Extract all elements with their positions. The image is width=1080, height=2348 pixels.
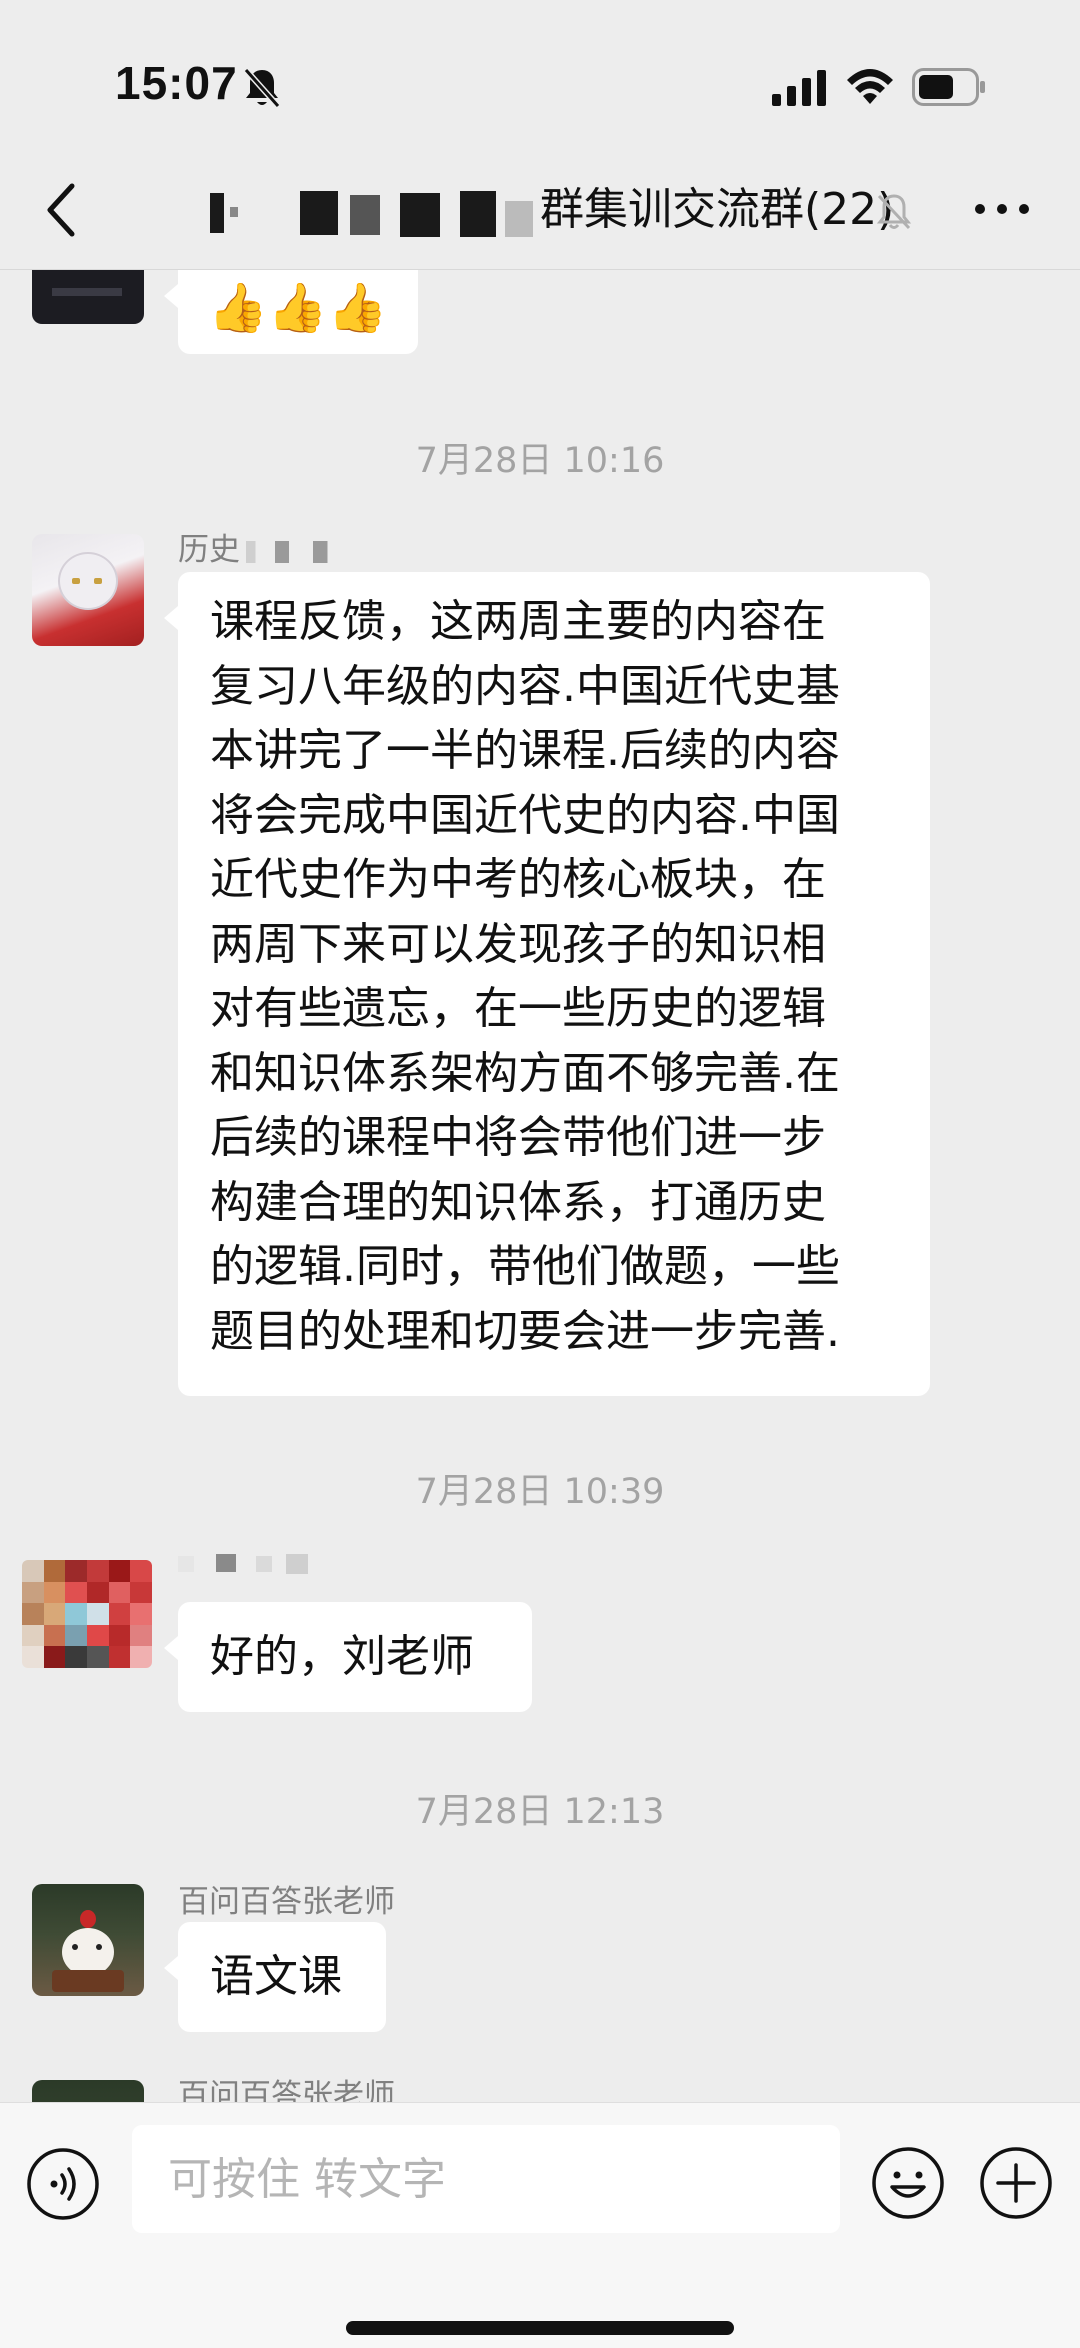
avatar[interactable] xyxy=(32,2080,144,2102)
chat-area[interactable]: 👍👍👍 7月28日 10:16 历史 课程反馈，这两周主要的内容在 复习八年级的… xyxy=(0,270,1080,2102)
more-dots-icon[interactable] xyxy=(972,194,1032,224)
avatar[interactable] xyxy=(32,1884,144,1996)
sender-name: 百问百答张老师 xyxy=(178,1884,395,1920)
thumbs-up-emoji: 👍 xyxy=(327,280,388,336)
message-bubble[interactable]: 语文课 xyxy=(164,1922,386,2032)
timestamp: 7月28日 12:13 xyxy=(415,1792,665,1832)
message-bubble[interactable]: 👍👍👍 xyxy=(164,270,418,354)
sender-name: 历史 xyxy=(178,524,342,569)
message-bubble[interactable]: 好的，刘老师 xyxy=(164,1602,532,1712)
plus-circle-icon[interactable] xyxy=(978,2145,1054,2221)
redacted-title-segment xyxy=(200,187,540,237)
status-bar: 15:07 xyxy=(0,0,1080,150)
home-indicator[interactable] xyxy=(346,2321,734,2335)
muted-bell-icon xyxy=(876,194,912,230)
message-line: 近代史作为中考的核心板块，在 xyxy=(210,854,826,905)
chat-title: 群集训交流群(22) xyxy=(200,180,900,240)
message-line: 对有些遗忘，在一些历史的逻辑 xyxy=(210,983,826,1034)
back-chevron-icon[interactable] xyxy=(38,178,86,242)
avatar[interactable] xyxy=(22,1560,152,1668)
message-text: 好的，刘老师 xyxy=(210,1631,474,1682)
thumbs-up-emoji-row: 👍👍👍 xyxy=(208,280,387,336)
voice-input-icon[interactable] xyxy=(26,2147,100,2221)
message-line: 题目的处理和切要会进一步完善. xyxy=(210,1305,840,1357)
message-text: 语文课 xyxy=(210,1951,342,2002)
message-line: 和知识体系架构方面不够完善.在 xyxy=(210,1047,840,1099)
message-line: 的逻辑.同时，带他们做题，一些 xyxy=(210,1241,840,1292)
message-line: 将会完成中国近代史的内容.中国 xyxy=(210,789,840,841)
timestamp: 7月28日 10:39 xyxy=(415,1472,665,1512)
message-line: 两周下来可以发现孩子的知识相 xyxy=(210,918,826,970)
sender-name: 百问百答张老师 xyxy=(178,2078,395,2102)
nav-bar: 群集训交流群(22) xyxy=(0,150,1080,270)
message-line: 后续的课程中将会带他们进一步 xyxy=(210,1112,826,1163)
emoji-face-icon[interactable] xyxy=(870,2145,946,2221)
thumbs-up-emoji: 👍 xyxy=(208,280,268,336)
redacted-name-segment xyxy=(246,540,342,563)
timestamp: 7月28日 10:16 xyxy=(415,441,665,481)
avatar[interactable] xyxy=(32,534,144,646)
message-line: 本讲完了一半的课程.后续的内容 xyxy=(210,725,840,776)
message-line: 复习八年级的内容.中国近代史基 xyxy=(210,660,840,712)
message-input[interactable] xyxy=(132,2125,840,2233)
message-line: 构建合理的知识体系，打通历史 xyxy=(210,1176,826,1228)
avatar[interactable] xyxy=(32,270,144,324)
sender-name-redacted xyxy=(178,1554,348,1574)
thumbs-up-emoji: 👍 xyxy=(267,280,328,336)
status-time: 15:07 xyxy=(115,57,238,109)
input-bar xyxy=(0,2102,1080,2348)
battery-icon xyxy=(912,68,985,106)
cellular-signal-icon xyxy=(772,70,826,106)
message-line: 课程反馈，这两周主要的内容在 xyxy=(210,596,826,647)
message-bubble[interactable]: 课程反馈，这两周主要的内容在 复习八年级的内容.中国近代史基 本讲完了一半的课程… xyxy=(164,572,930,1396)
bell-slash-icon xyxy=(243,68,281,108)
wifi-icon xyxy=(847,69,893,104)
chat-title-text: 群集训交流群(22) xyxy=(540,184,895,235)
